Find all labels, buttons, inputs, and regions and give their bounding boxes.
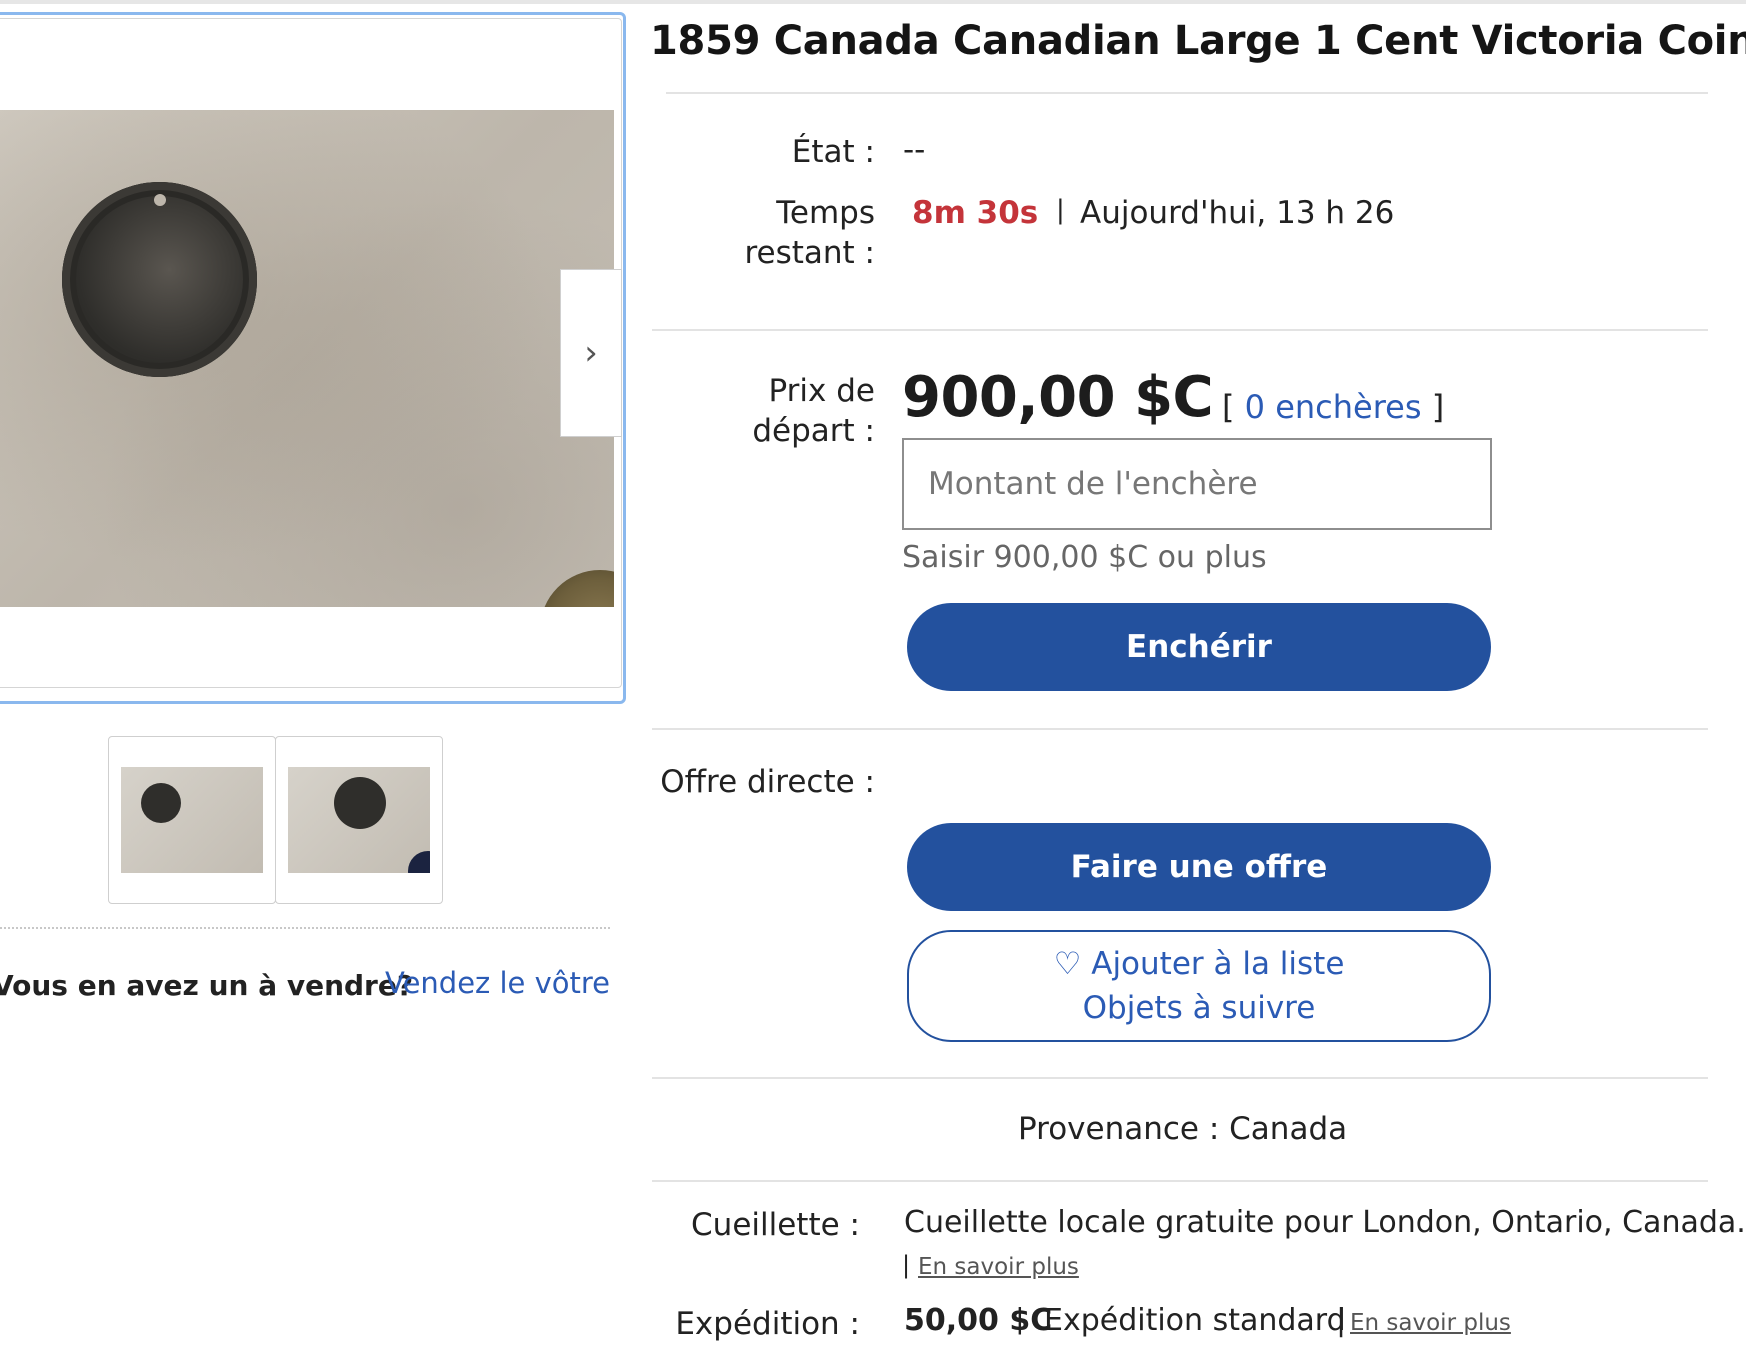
start-price: 900,00 $C (902, 365, 1214, 430)
sell-question: Vous en avez un à vendre? (0, 969, 414, 1002)
main-product-image[interactable] (0, 110, 614, 607)
separator: | (1336, 1303, 1347, 1338)
time-left-label-line1: Temps (776, 195, 875, 231)
shipping-learn-more-link[interactable]: En savoir plus (1350, 1310, 1511, 1336)
pickup-learn-more-link[interactable]: En savoir plus (918, 1254, 1079, 1280)
bids-info: [ 0 enchères ] (1222, 388, 1444, 426)
watchlist-line1: ♡ Ajouter à la liste (1054, 942, 1345, 986)
shipping-label: Expédition : (675, 1306, 860, 1342)
time-remaining: 8m 30s (912, 195, 1039, 231)
condition-value: -- (903, 132, 926, 168)
top-border (0, 0, 1746, 4)
place-bid-button[interactable]: Enchérir (907, 603, 1491, 691)
make-offer-button[interactable]: Faire une offre (907, 823, 1491, 911)
thumbnail-2[interactable] (275, 736, 443, 904)
bid-amount-input[interactable] (902, 438, 1492, 530)
bid-hint: Saisir 900,00 $C ou plus (902, 540, 1267, 575)
start-price-label-line2: départ : (752, 413, 875, 449)
divider (666, 92, 1708, 94)
coin-hole (154, 194, 166, 206)
sell-yours-link[interactable]: Vendez le vôtre (385, 966, 610, 1000)
bracket-close: ] (1421, 388, 1445, 426)
watchlist-label-2: Objets à suivre (1082, 990, 1316, 1026)
heart-icon: ♡ (1053, 946, 1082, 982)
shipping-cost: 50,00 $C (904, 1303, 1053, 1338)
pickup-label: Cueillette : (691, 1207, 860, 1243)
separator: | (1056, 195, 1065, 225)
chevron-right-icon: › (584, 333, 598, 373)
second-coin-edge (540, 570, 614, 607)
thumbnail-image (288, 767, 430, 873)
divider (652, 329, 1708, 331)
divider (652, 728, 1708, 730)
divider (652, 1180, 1708, 1182)
divider (652, 1077, 1708, 1079)
watchlist-label-1: Ajouter à la liste (1091, 946, 1345, 982)
thumbnail-1[interactable] (108, 736, 276, 904)
listing-title: 1859 Canada Canadian Large 1 Cent Victor… (650, 18, 1746, 64)
offer-label: Offre directe : (660, 764, 875, 800)
coin-image (334, 777, 386, 829)
coin-image (62, 182, 257, 377)
bracket-open: [ (1222, 388, 1245, 426)
divider (0, 927, 610, 929)
shipping-method: Expédition standard (1044, 1303, 1346, 1338)
coin-image (141, 783, 181, 823)
bids-count-link[interactable]: 0 enchères (1245, 388, 1422, 426)
origin: Provenance : Canada (1018, 1111, 1348, 1147)
condition-label: État : (791, 134, 875, 170)
next-image-button[interactable]: › (560, 269, 622, 437)
add-to-watchlist-button[interactable]: ♡ Ajouter à la liste Objets à suivre (907, 930, 1491, 1042)
start-price-label-line1: Prix de (768, 373, 875, 409)
dark-corner (408, 851, 430, 873)
thumbnail-image (121, 767, 263, 873)
time-left-label-line2: restant : (744, 235, 875, 271)
end-time: Aujourd'hui, 13 h 26 (1080, 195, 1395, 231)
separator: | (902, 1251, 911, 1279)
pickup-text: Cueillette locale gratuite pour London, … (904, 1205, 1746, 1240)
